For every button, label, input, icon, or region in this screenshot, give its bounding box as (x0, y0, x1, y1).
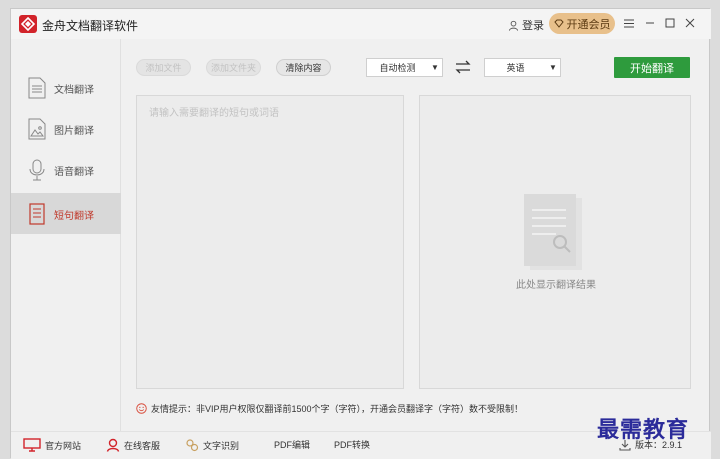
pdf-edit-label: PDF编辑 (274, 440, 311, 450)
sidebar-item-label: 语音翻译 (54, 167, 94, 178)
ocr-label: 文字识别 (203, 440, 240, 451)
sidebar-item-label: 文档翻译 (54, 85, 94, 96)
target-language-select[interactable]: 英语 ▼ (484, 58, 561, 77)
vip-label: 开通会员 (566, 18, 611, 31)
online-support-label: 在线客服 (124, 440, 161, 451)
empty-result-document-icon (524, 194, 582, 270)
sidebar-item-voice-translate[interactable]: 语音翻译 (11, 149, 121, 190)
ocr-icon (186, 439, 199, 452)
smile-icon (136, 403, 147, 414)
menu-icon[interactable] (621, 15, 637, 31)
diamond-icon (553, 19, 564, 28)
microphone-icon (29, 159, 45, 181)
source-text-panel (136, 95, 404, 389)
app-logo-icon (19, 15, 37, 33)
close-icon[interactable] (682, 15, 698, 31)
text-book-icon (29, 203, 45, 225)
sidebar-item-label: 图片翻译 (54, 126, 94, 137)
official-site-link[interactable]: 官方网站 (23, 438, 81, 452)
clear-content-button[interactable]: 清除内容 (276, 59, 331, 76)
chevron-down-icon: ▼ (431, 63, 439, 72)
add-file-button[interactable]: 添加文件 (136, 59, 191, 76)
document-icon (28, 77, 46, 99)
pdf-edit-link[interactable]: PDF编辑 (274, 438, 310, 451)
start-translate-button[interactable]: 开始翻译 (614, 57, 690, 78)
official-site-label: 官方网站 (45, 440, 82, 451)
pdf-convert-link[interactable]: PDF转换 (334, 438, 370, 451)
app-window: 金舟文档翻译软件 登录 开通会员 文档翻译 图片翻译 语音翻译 短句翻译 添加文… (10, 8, 711, 459)
user-icon (508, 20, 519, 31)
login-button[interactable]: 登录 (508, 17, 544, 33)
monitor-icon (23, 438, 41, 452)
sidebar-item-sentence-translate[interactable]: 短句翻译 (11, 193, 121, 234)
usage-tip-text: 友情提示：非VIP用户权限仅翻译前1500个字（字符），开通会员翻译字（字符）数… (151, 404, 524, 414)
online-support-link[interactable]: 在线客服 (106, 438, 160, 452)
title-bar: 金舟文档翻译软件 登录 开通会员 (11, 9, 711, 39)
pdf-convert-label: PDF转换 (334, 440, 371, 450)
watermark-text: 最需教育 (597, 417, 690, 443)
sidebar-item-document-translate[interactable]: 文档翻译 (11, 67, 121, 108)
target-language-value: 英语 (506, 63, 525, 73)
add-folder-button[interactable]: 添加文件夹 (206, 59, 261, 76)
result-panel: 此处显示翻译结果 (419, 95, 691, 389)
vip-button[interactable]: 开通会员 (549, 13, 615, 34)
sidebar: 文档翻译 图片翻译 语音翻译 短句翻译 (11, 39, 121, 431)
support-icon (106, 438, 120, 452)
sidebar-item-image-translate[interactable]: 图片翻译 (11, 108, 121, 149)
minimize-icon[interactable] (642, 15, 658, 31)
sidebar-item-label: 短句翻译 (54, 211, 94, 222)
app-title: 金舟文档翻译软件 (42, 19, 139, 33)
image-icon (28, 118, 46, 140)
login-label: 登录 (522, 20, 544, 32)
swap-languages-icon[interactable] (455, 59, 471, 75)
ocr-link[interactable]: 文字识别 (185, 438, 239, 452)
result-hint: 此处显示翻译结果 (516, 280, 596, 291)
usage-tip: 友情提示：非VIP用户权限仅翻译前1500个字（字符），开通会员翻译字（字符）数… (136, 402, 523, 415)
maximize-icon[interactable] (662, 15, 678, 31)
source-language-select[interactable]: 自动检测 ▼ (366, 58, 443, 77)
source-language-value: 自动检测 (379, 63, 416, 73)
chevron-down-icon: ▼ (549, 63, 557, 72)
source-text-input[interactable] (137, 96, 403, 388)
